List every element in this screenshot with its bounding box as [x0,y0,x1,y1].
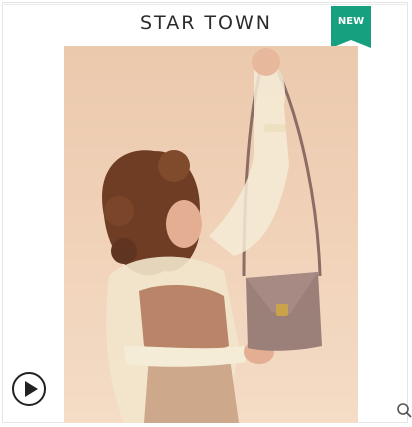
new-badge-label: NEW [337,16,365,27]
top-divider [4,4,406,5]
magnifier-icon [397,403,412,418]
new-badge: NEW [331,6,371,48]
play-video-button[interactable] [11,371,47,407]
play-circle-icon [12,372,46,406]
product-image[interactable] [64,46,358,423]
zoom-button[interactable] [396,402,412,418]
